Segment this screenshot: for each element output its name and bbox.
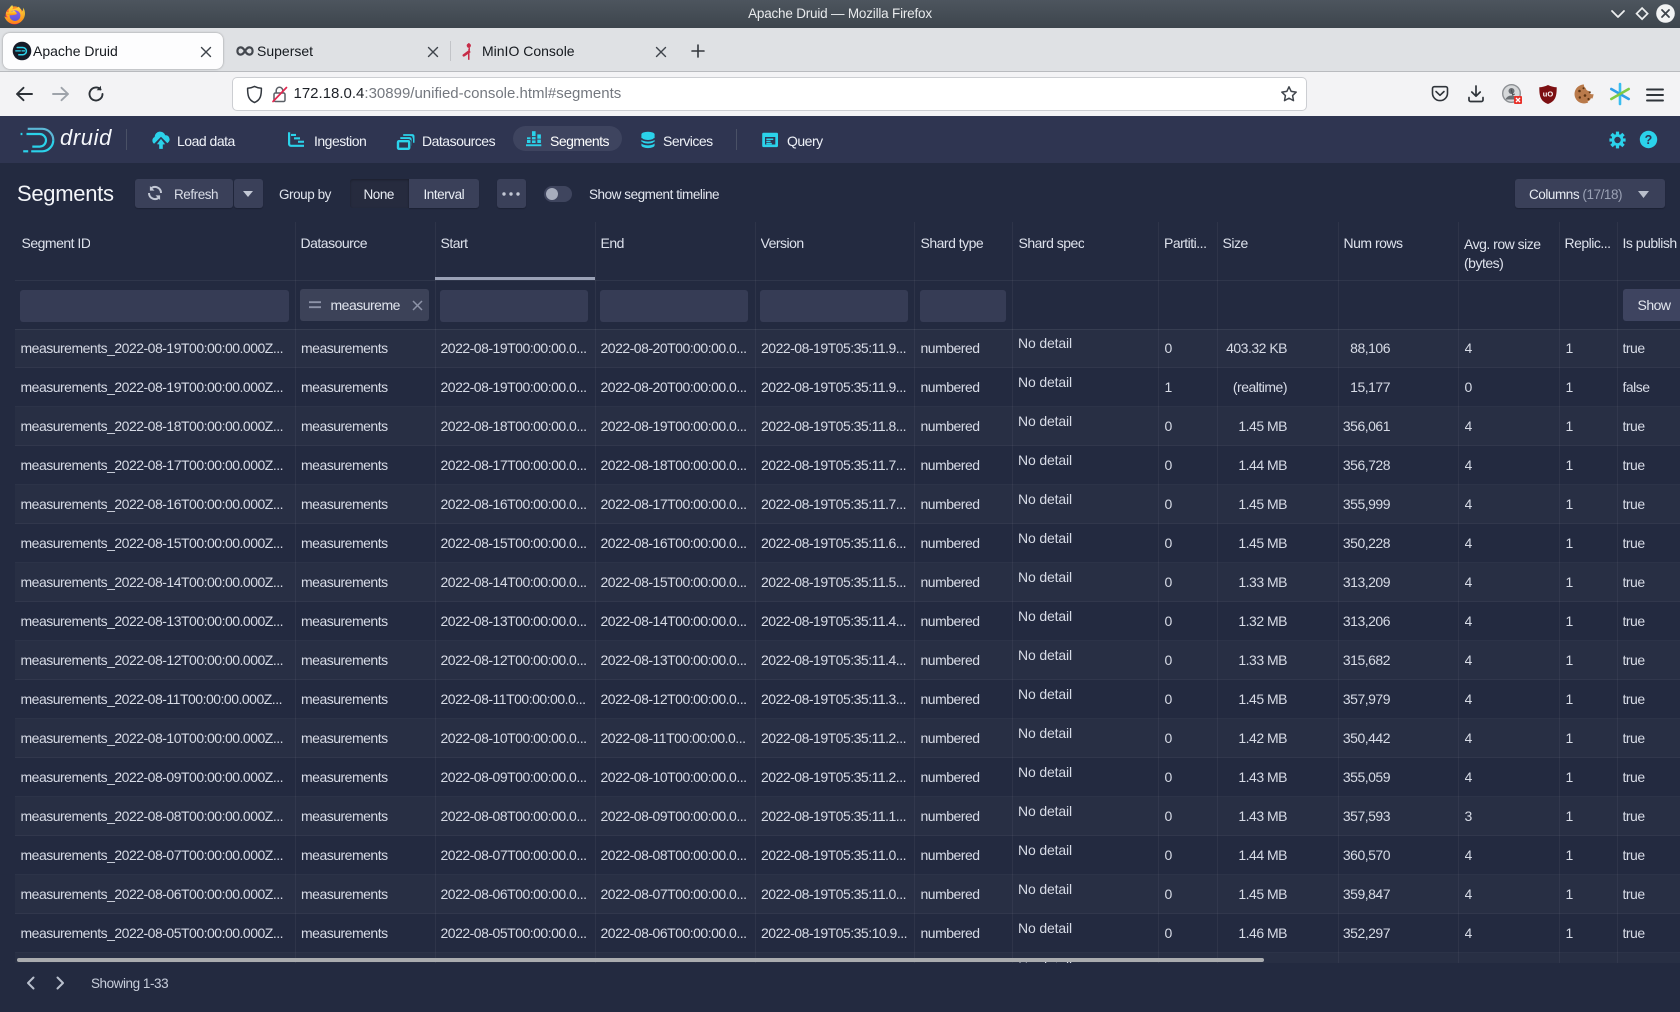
svg-text:uO: uO: [1543, 90, 1554, 99]
svg-text:?: ?: [1645, 133, 1653, 147]
